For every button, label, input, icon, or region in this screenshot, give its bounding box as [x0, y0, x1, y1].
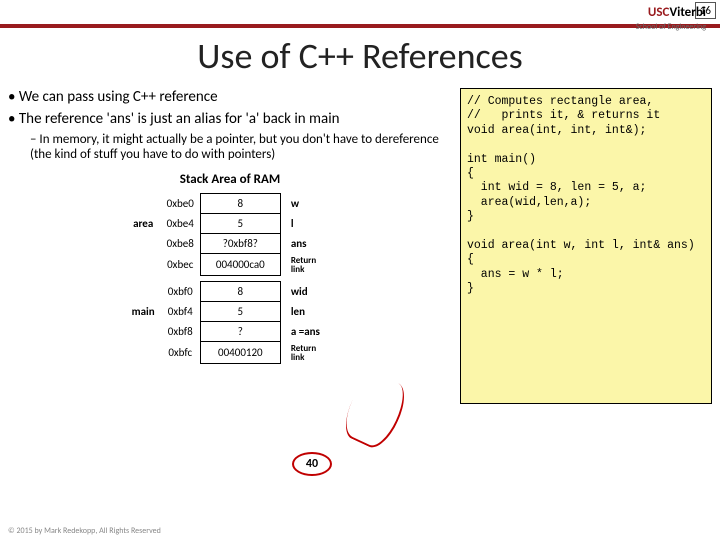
- bullet-1: We can pass using C++ reference: [8, 88, 452, 106]
- result-overlay: 40: [292, 452, 332, 476]
- stack-table: 0xbe08w area0xbe45l 0xbe8?0xbf8?ans 0xbe…: [126, 193, 335, 364]
- main-content: We can pass using C++ reference The refe…: [8, 88, 452, 404]
- bullet-2: The reference 'ans' is just an alias for…: [8, 110, 452, 128]
- logo-usc: USC: [648, 5, 670, 20]
- slide-title: Use of C++ References: [0, 34, 720, 78]
- var-name: w: [280, 194, 334, 214]
- code-box: // Computes rectangle area, // prints it…: [460, 88, 712, 404]
- addr: 0xbe0: [161, 194, 201, 214]
- val: 8: [200, 194, 280, 214]
- stack-title: Stack Area of RAM: [8, 172, 452, 187]
- copyright: © 2015 by Mark Redekopp, All Rights Rese…: [8, 526, 161, 536]
- usc-logo: USCViterbi School of Engineering: [636, 6, 706, 32]
- logo-subtitle: School of Engineering: [636, 22, 706, 32]
- frame-main: main: [126, 302, 161, 322]
- logo-viterbi: Viterbi: [669, 5, 706, 20]
- frame-area: area: [126, 214, 161, 234]
- sub-bullet: In memory, it might actually be a pointe…: [30, 132, 452, 162]
